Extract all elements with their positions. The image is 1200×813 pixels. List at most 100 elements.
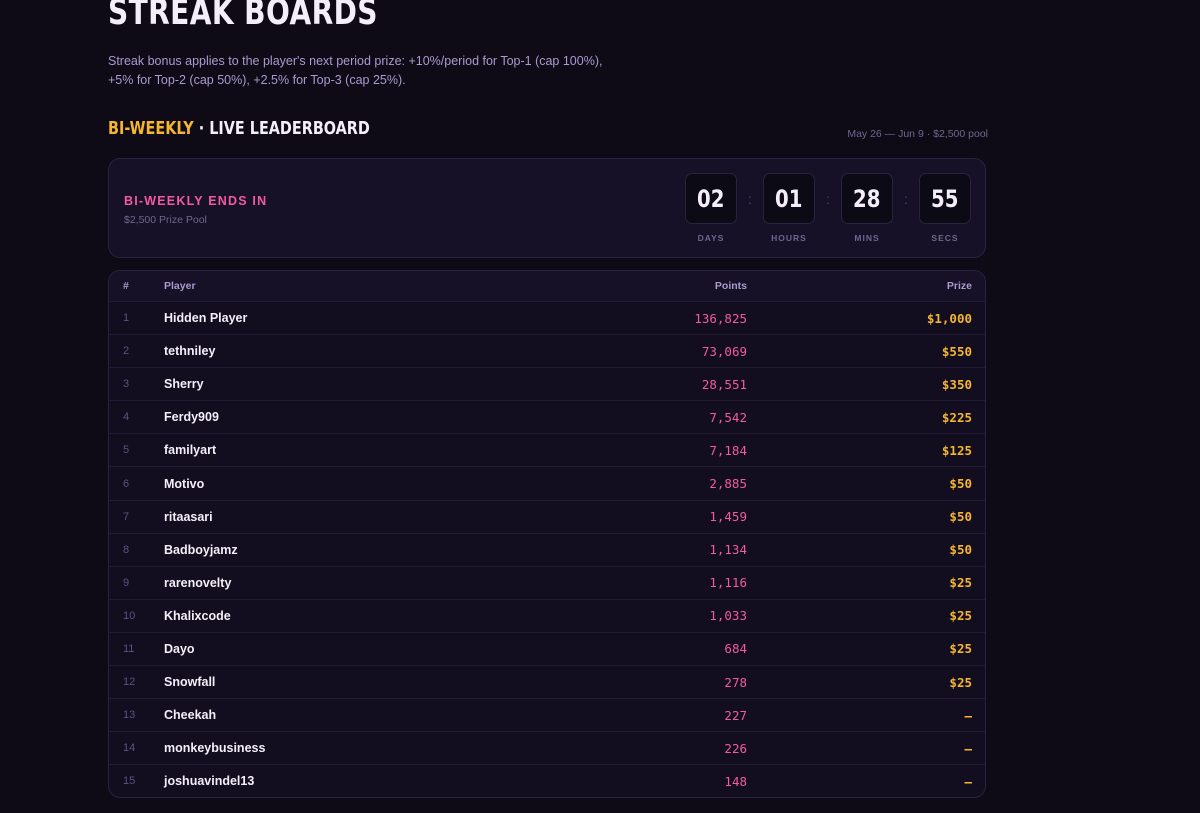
points-cell: 226 bbox=[724, 740, 747, 756]
timer-hours-label: HOURS bbox=[771, 233, 807, 243]
timer-unit-hours: 01 HOURS bbox=[763, 173, 815, 243]
player-name: Ferdy909 bbox=[164, 410, 219, 425]
section-meta: May 26 — Jun 9 · $2,500 pool bbox=[847, 128, 988, 140]
table-row[interactable]: 8 Badboyjamz 1,134 $50 bbox=[109, 532, 985, 566]
table-row[interactable]: 12 Snowfall 278 $25 bbox=[109, 665, 985, 698]
prize-cell: $225 bbox=[941, 409, 972, 425]
player-name: tethniley bbox=[164, 344, 216, 359]
table-row[interactable]: 14 monkeybusiness 226 — bbox=[109, 731, 985, 764]
table-row[interactable]: 15 joshuavindel13 148 — bbox=[109, 764, 985, 797]
points-cell: 227 bbox=[724, 707, 747, 723]
timer-unit-days: 02 DAYS bbox=[685, 173, 737, 243]
header-prize: Prize bbox=[946, 280, 972, 292]
prize-cell: $50 bbox=[949, 542, 972, 558]
player-name: ritaasari bbox=[164, 509, 213, 524]
rank-cell: 1 bbox=[123, 312, 130, 325]
table-row[interactable]: 9 rarenovelty 1,116 $25 bbox=[109, 565, 985, 599]
prize-cell: $25 bbox=[949, 674, 972, 690]
table-row[interactable]: 7 ritaasari 1,459 $50 bbox=[109, 499, 985, 533]
points-cell: 1,134 bbox=[709, 542, 747, 558]
page: Streak Boards Streak bonus applies to th… bbox=[0, 0, 1200, 813]
points-cell: 148 bbox=[724, 773, 747, 789]
timer-separator: : bbox=[904, 190, 908, 207]
player-name: Sherry bbox=[164, 377, 204, 392]
player-name: Cheekah bbox=[164, 708, 217, 723]
section-heading: Bi-Weekly · Live Leaderboard bbox=[108, 118, 370, 139]
timer-mins-label: MINS bbox=[854, 233, 880, 243]
prize-cell: $50 bbox=[949, 509, 972, 525]
rank-cell: 4 bbox=[123, 411, 130, 424]
points-cell: 1,459 bbox=[709, 509, 747, 525]
player-name: Hidden Player bbox=[164, 311, 248, 326]
timer-secs-label: SECS bbox=[931, 233, 959, 243]
rank-cell: 13 bbox=[123, 709, 136, 722]
table-row[interactable]: 6 Motivo 2,885 $50 bbox=[109, 466, 985, 499]
table-row[interactable]: 1 Hidden Player 136,825 $1,000 bbox=[109, 301, 985, 334]
table-row[interactable]: 3 Sherry 28,551 $350 bbox=[109, 367, 985, 400]
points-cell: 7,542 bbox=[709, 409, 747, 425]
table-row[interactable]: 5 familyart 7,184 $125 bbox=[109, 433, 985, 466]
table-row[interactable]: 2 tethniley 73,069 $550 bbox=[109, 334, 985, 367]
player-name: Motivo bbox=[164, 476, 205, 491]
table-row[interactable]: 13 Cheekah 227 — bbox=[109, 698, 985, 731]
player-name: Khalixcode bbox=[164, 608, 231, 623]
table-body: 1 Hidden Player 136,825 $1,000 2 tethniley 73,… bbox=[109, 301, 985, 797]
section-heading-separator: · bbox=[193, 118, 210, 139]
prize-cell: $25 bbox=[949, 608, 972, 624]
prize-cell: $25 bbox=[949, 575, 972, 591]
prize-cell: $350 bbox=[941, 376, 972, 392]
table-row[interactable]: 10 Khalixcode 1,033 $25 bbox=[109, 598, 985, 632]
prize-cell: $25 bbox=[949, 641, 972, 657]
rank-cell: 6 bbox=[123, 477, 130, 490]
player-name: Dayo bbox=[164, 641, 195, 656]
prize-cell: — bbox=[964, 740, 972, 756]
timer-mins-value: 28 bbox=[853, 184, 881, 213]
rank-cell: 7 bbox=[123, 510, 130, 523]
timer-days-label: DAYS bbox=[697, 233, 725, 243]
points-cell: 1,033 bbox=[709, 608, 747, 624]
timer-separator: : bbox=[826, 190, 830, 207]
table-row[interactable]: 4 Ferdy909 7,542 $225 bbox=[109, 400, 985, 433]
prize-cell: — bbox=[964, 773, 972, 789]
countdown-card: Bi-Weekly Ends In $2,500 Prize Pool 02 D… bbox=[108, 158, 986, 258]
page-title: Streak Boards bbox=[108, 0, 378, 33]
timer-days-value: 02 bbox=[697, 184, 725, 213]
prize-cell: — bbox=[964, 707, 972, 723]
points-cell: 136,825 bbox=[694, 310, 747, 326]
section-heading-accent: Bi-Weekly bbox=[108, 118, 194, 139]
points-cell: 2,885 bbox=[709, 476, 747, 492]
timer-box: 02 bbox=[685, 173, 737, 224]
table-header-row: # Player Points Prize bbox=[109, 271, 985, 301]
countdown-label: Bi-Weekly Ends In bbox=[124, 194, 268, 208]
leaderboard-table: # Player Points Prize 1 Hidden Player 136,… bbox=[108, 270, 986, 799]
points-cell: 684 bbox=[724, 641, 747, 657]
header-points: Points bbox=[714, 280, 747, 292]
timer-box: 01 bbox=[763, 173, 815, 224]
table-row[interactable]: 11 Dayo 684 $25 bbox=[109, 631, 985, 665]
timer-unit-mins: 28 MINS bbox=[841, 173, 893, 243]
timer-hours-value: 01 bbox=[775, 184, 803, 213]
rank-cell: 5 bbox=[123, 444, 130, 457]
countdown-timer: 02 DAYS : 01 HOURS : 28 MINS : 55 SECS bbox=[685, 173, 971, 243]
timer-box: 55 bbox=[919, 173, 971, 224]
points-cell: 28,551 bbox=[701, 376, 747, 392]
timer-secs-value: 55 bbox=[931, 184, 959, 213]
player-name: rarenovelty bbox=[164, 575, 232, 590]
header-rank: # bbox=[123, 280, 129, 292]
rank-cell: 12 bbox=[123, 676, 136, 689]
player-name: monkeybusiness bbox=[164, 741, 266, 756]
timer-box: 28 bbox=[841, 173, 893, 224]
section-heading-text: Live Leaderboard bbox=[209, 118, 370, 139]
rank-cell: 9 bbox=[123, 576, 130, 589]
prize-cell: $125 bbox=[941, 442, 972, 458]
rank-cell: 14 bbox=[123, 742, 136, 755]
player-name: joshuavindel13 bbox=[164, 774, 255, 789]
prize-cell: $550 bbox=[941, 343, 972, 359]
rank-cell: 15 bbox=[123, 775, 136, 788]
prize-cell: $1,000 bbox=[926, 310, 972, 326]
timer-separator: : bbox=[748, 190, 752, 207]
points-cell: 7,184 bbox=[709, 442, 747, 458]
rank-cell: 2 bbox=[123, 345, 130, 358]
player-name: Snowfall bbox=[164, 675, 216, 690]
rank-cell: 8 bbox=[123, 543, 130, 556]
